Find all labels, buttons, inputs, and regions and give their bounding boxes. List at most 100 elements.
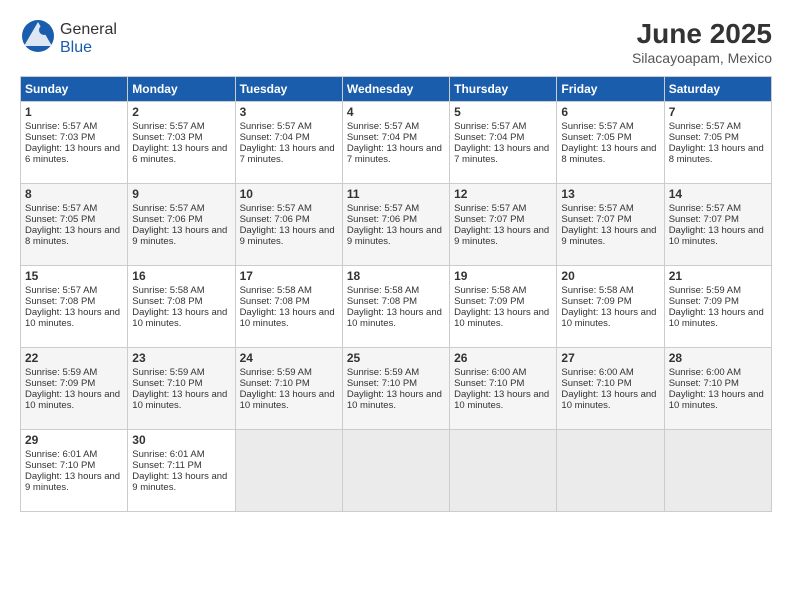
header-cell-sunday: Sunday <box>21 77 128 102</box>
day-cell: 20Sunrise: 5:58 AMSunset: 7:09 PMDayligh… <box>557 266 664 348</box>
day-number: 2 <box>132 105 230 119</box>
sunset-text: Sunset: 7:03 PM <box>25 132 123 143</box>
header-cell-friday: Friday <box>557 77 664 102</box>
header: General Blue June 2025 Silacayoapam, Mex… <box>20 18 772 66</box>
day-cell: 21Sunrise: 5:59 AMSunset: 7:09 PMDayligh… <box>664 266 771 348</box>
day-cell: 29Sunrise: 6:01 AMSunset: 7:10 PMDayligh… <box>21 430 128 512</box>
day-number: 24 <box>240 351 338 365</box>
day-number: 17 <box>240 269 338 283</box>
daylight-text: Daylight: 13 hours and 6 minutes. <box>132 143 230 165</box>
daylight-text: Daylight: 13 hours and 9 minutes. <box>132 471 230 493</box>
sunrise-text: Sunrise: 5:57 AM <box>240 121 338 132</box>
header-row: SundayMondayTuesdayWednesdayThursdayFrid… <box>21 77 772 102</box>
daylight-text: Daylight: 13 hours and 9 minutes. <box>132 225 230 247</box>
day-cell: 6Sunrise: 5:57 AMSunset: 7:05 PMDaylight… <box>557 102 664 184</box>
daylight-text: Daylight: 13 hours and 7 minutes. <box>454 143 552 165</box>
day-number: 3 <box>240 105 338 119</box>
day-cell: 5Sunrise: 5:57 AMSunset: 7:04 PMDaylight… <box>450 102 557 184</box>
header-cell-tuesday: Tuesday <box>235 77 342 102</box>
sunset-text: Sunset: 7:05 PM <box>669 132 767 143</box>
day-cell: 15Sunrise: 5:57 AMSunset: 7:08 PMDayligh… <box>21 266 128 348</box>
day-number: 8 <box>25 187 123 201</box>
sunrise-text: Sunrise: 5:57 AM <box>669 121 767 132</box>
sunset-text: Sunset: 7:04 PM <box>240 132 338 143</box>
sunrise-text: Sunrise: 5:57 AM <box>347 203 445 214</box>
day-cell: 11Sunrise: 5:57 AMSunset: 7:06 PMDayligh… <box>342 184 449 266</box>
sunset-text: Sunset: 7:06 PM <box>240 214 338 225</box>
location-title: Silacayoapam, Mexico <box>632 50 772 66</box>
daylight-text: Daylight: 13 hours and 10 minutes. <box>669 307 767 329</box>
day-cell: 13Sunrise: 5:57 AMSunset: 7:07 PMDayligh… <box>557 184 664 266</box>
day-cell: 4Sunrise: 5:57 AMSunset: 7:04 PMDaylight… <box>342 102 449 184</box>
daylight-text: Daylight: 13 hours and 10 minutes. <box>347 389 445 411</box>
day-cell <box>342 430 449 512</box>
sunset-text: Sunset: 7:05 PM <box>25 214 123 225</box>
sunset-text: Sunset: 7:08 PM <box>132 296 230 307</box>
day-cell: 8Sunrise: 5:57 AMSunset: 7:05 PMDaylight… <box>21 184 128 266</box>
daylight-text: Daylight: 13 hours and 10 minutes. <box>561 307 659 329</box>
sunrise-text: Sunrise: 5:58 AM <box>347 285 445 296</box>
sunrise-text: Sunrise: 5:59 AM <box>347 367 445 378</box>
week-row-1: 1Sunrise: 5:57 AMSunset: 7:03 PMDaylight… <box>21 102 772 184</box>
logo-general-text: General <box>60 21 117 38</box>
day-number: 18 <box>347 269 445 283</box>
day-cell: 12Sunrise: 5:57 AMSunset: 7:07 PMDayligh… <box>450 184 557 266</box>
daylight-text: Daylight: 13 hours and 9 minutes. <box>561 225 659 247</box>
day-number: 20 <box>561 269 659 283</box>
logo: General Blue <box>20 18 117 59</box>
sunset-text: Sunset: 7:06 PM <box>132 214 230 225</box>
day-cell: 14Sunrise: 5:57 AMSunset: 7:07 PMDayligh… <box>664 184 771 266</box>
daylight-text: Daylight: 13 hours and 9 minutes. <box>25 471 123 493</box>
sunset-text: Sunset: 7:09 PM <box>454 296 552 307</box>
sunset-text: Sunset: 7:11 PM <box>132 460 230 471</box>
day-number: 5 <box>454 105 552 119</box>
day-cell: 1Sunrise: 5:57 AMSunset: 7:03 PMDaylight… <box>21 102 128 184</box>
day-cell: 2Sunrise: 5:57 AMSunset: 7:03 PMDaylight… <box>128 102 235 184</box>
day-number: 22 <box>25 351 123 365</box>
day-number: 14 <box>669 187 767 201</box>
day-cell: 9Sunrise: 5:57 AMSunset: 7:06 PMDaylight… <box>128 184 235 266</box>
sunrise-text: Sunrise: 5:57 AM <box>561 203 659 214</box>
sunrise-text: Sunrise: 5:57 AM <box>25 203 123 214</box>
day-cell <box>664 430 771 512</box>
daylight-text: Daylight: 13 hours and 9 minutes. <box>240 225 338 247</box>
sunrise-text: Sunrise: 5:59 AM <box>25 367 123 378</box>
day-cell: 23Sunrise: 5:59 AMSunset: 7:10 PMDayligh… <box>128 348 235 430</box>
day-number: 4 <box>347 105 445 119</box>
sunrise-text: Sunrise: 5:57 AM <box>454 121 552 132</box>
sunset-text: Sunset: 7:08 PM <box>347 296 445 307</box>
sunset-text: Sunset: 7:05 PM <box>561 132 659 143</box>
day-cell: 7Sunrise: 5:57 AMSunset: 7:05 PMDaylight… <box>664 102 771 184</box>
day-number: 25 <box>347 351 445 365</box>
sunset-text: Sunset: 7:07 PM <box>454 214 552 225</box>
sunrise-text: Sunrise: 5:58 AM <box>132 285 230 296</box>
sunrise-text: Sunrise: 6:00 AM <box>561 367 659 378</box>
day-number: 1 <box>25 105 123 119</box>
day-number: 27 <box>561 351 659 365</box>
day-cell: 17Sunrise: 5:58 AMSunset: 7:08 PMDayligh… <box>235 266 342 348</box>
sunset-text: Sunset: 7:07 PM <box>669 214 767 225</box>
sunrise-text: Sunrise: 5:57 AM <box>25 121 123 132</box>
sunrise-text: Sunrise: 5:57 AM <box>561 121 659 132</box>
day-cell: 26Sunrise: 6:00 AMSunset: 7:10 PMDayligh… <box>450 348 557 430</box>
sunrise-text: Sunrise: 5:59 AM <box>669 285 767 296</box>
day-number: 26 <box>454 351 552 365</box>
sunrise-text: Sunrise: 5:59 AM <box>240 367 338 378</box>
calendar-table: SundayMondayTuesdayWednesdayThursdayFrid… <box>20 76 772 512</box>
day-cell: 19Sunrise: 5:58 AMSunset: 7:09 PMDayligh… <box>450 266 557 348</box>
sunset-text: Sunset: 7:09 PM <box>669 296 767 307</box>
daylight-text: Daylight: 13 hours and 10 minutes. <box>25 389 123 411</box>
day-cell: 22Sunrise: 5:59 AMSunset: 7:09 PMDayligh… <box>21 348 128 430</box>
day-number: 29 <box>25 433 123 447</box>
day-number: 7 <box>669 105 767 119</box>
daylight-text: Daylight: 13 hours and 10 minutes. <box>132 307 230 329</box>
sunset-text: Sunset: 7:10 PM <box>669 378 767 389</box>
daylight-text: Daylight: 13 hours and 10 minutes. <box>561 389 659 411</box>
logo-icon <box>20 18 56 54</box>
month-title: June 2025 <box>632 18 772 50</box>
title-block: June 2025 Silacayoapam, Mexico <box>632 18 772 66</box>
day-cell <box>450 430 557 512</box>
week-row-5: 29Sunrise: 6:01 AMSunset: 7:10 PMDayligh… <box>21 430 772 512</box>
day-cell: 25Sunrise: 5:59 AMSunset: 7:10 PMDayligh… <box>342 348 449 430</box>
sunset-text: Sunset: 7:08 PM <box>25 296 123 307</box>
